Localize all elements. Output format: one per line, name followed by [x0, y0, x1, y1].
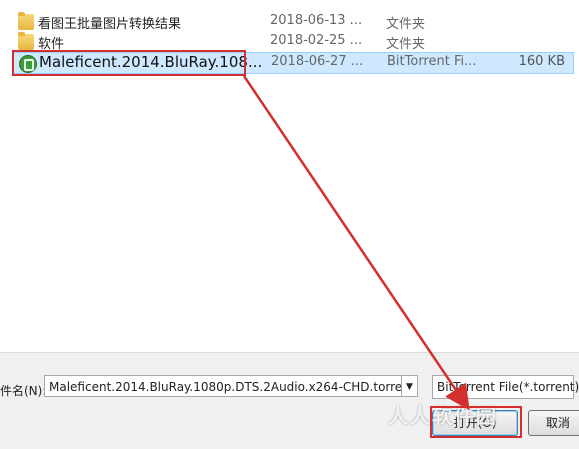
annotation-arrow	[242, 75, 470, 411]
